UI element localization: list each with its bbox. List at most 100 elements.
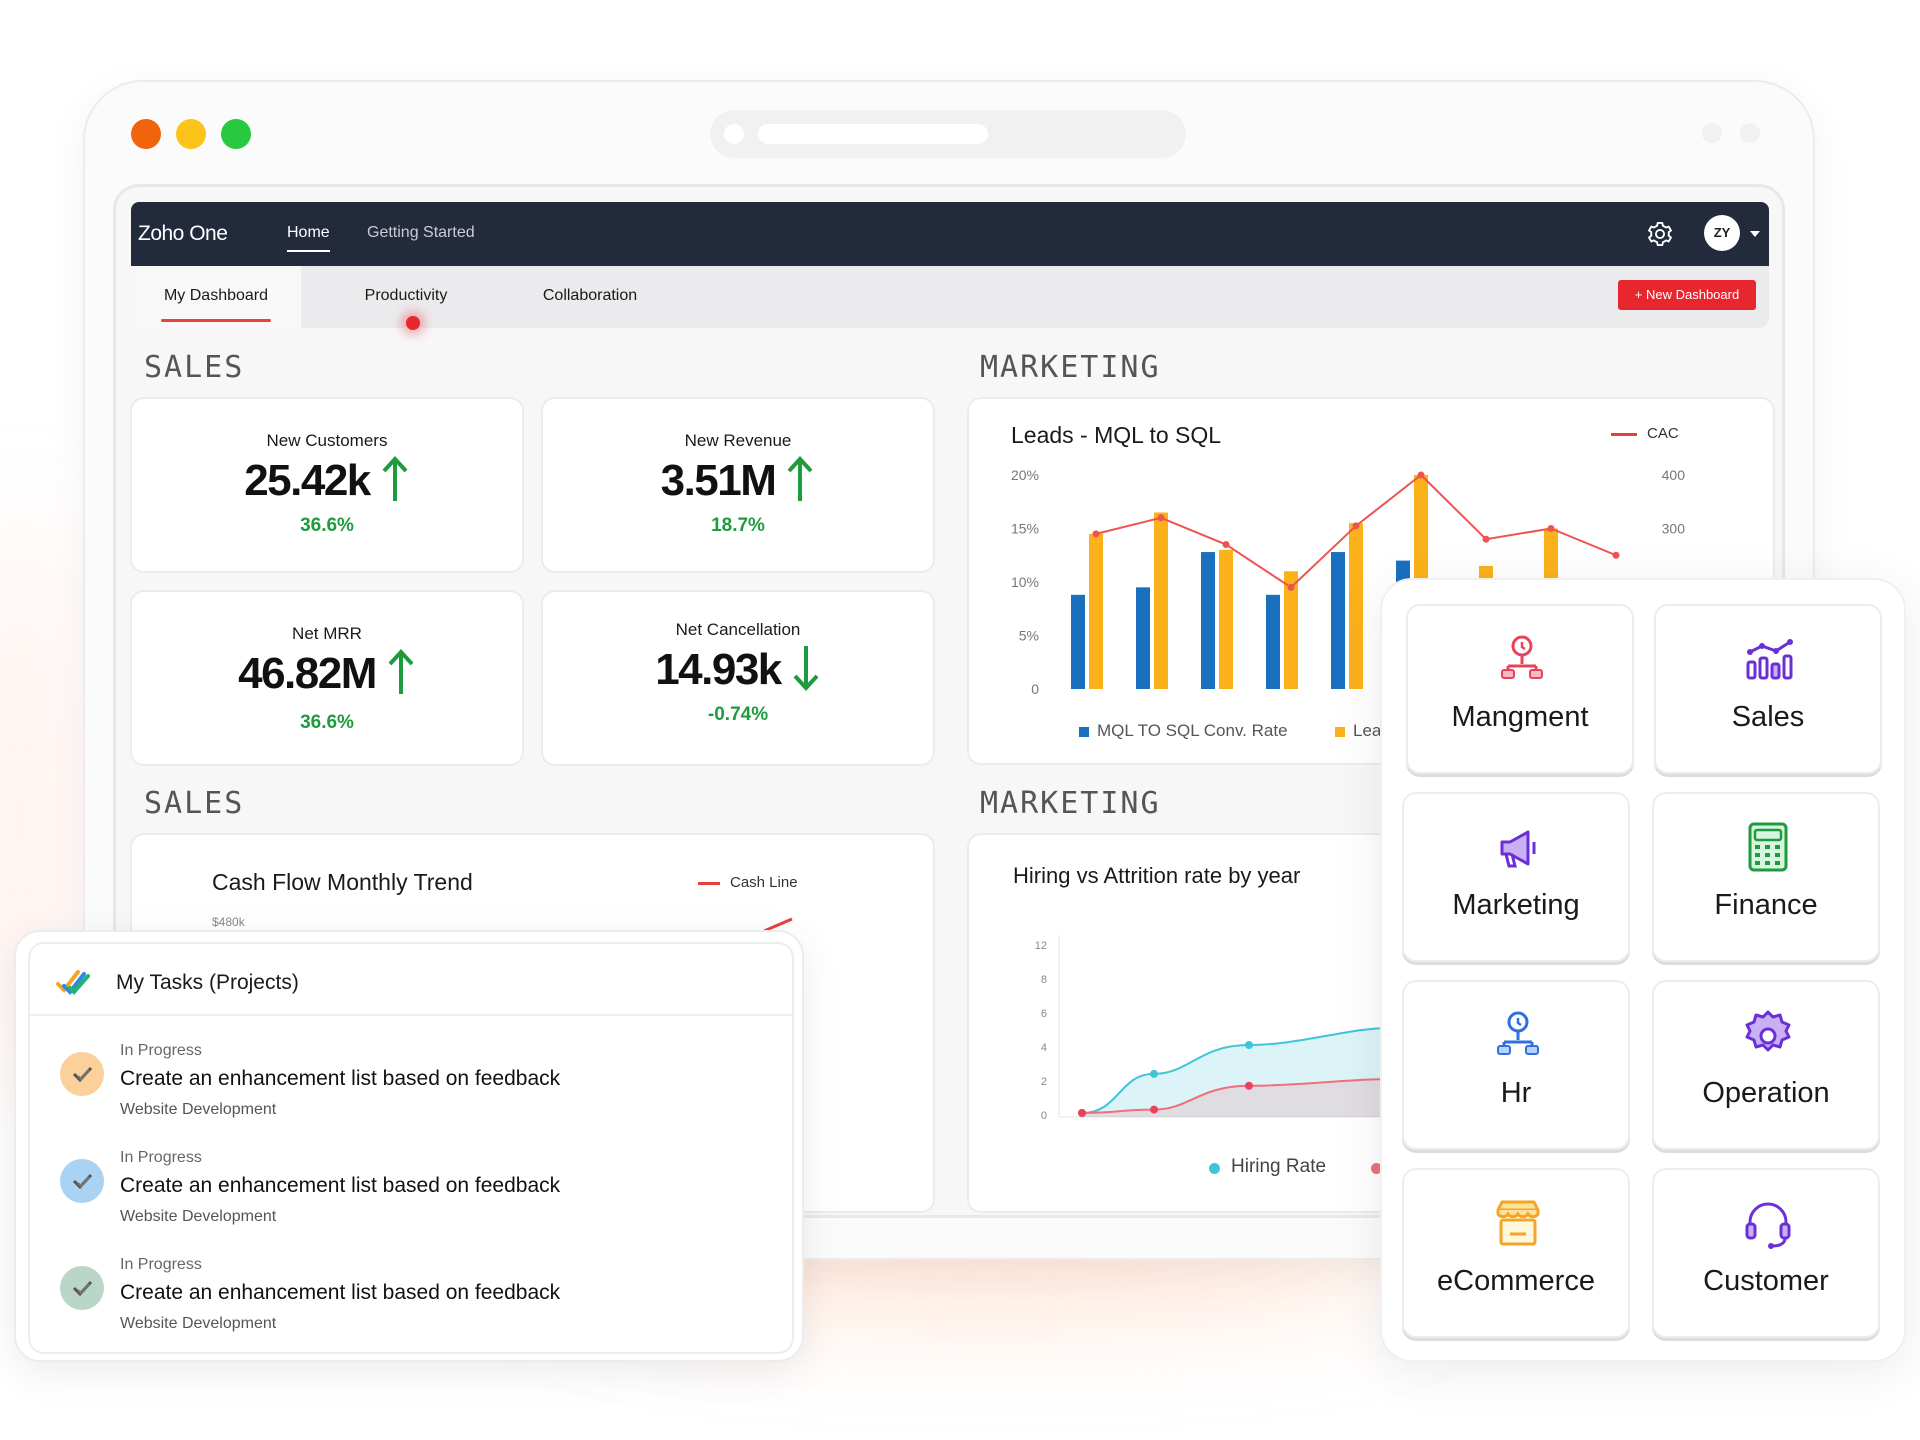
metric-number: 25.42k [244,456,371,505]
axis-tick: $480k [212,915,245,929]
metric-value: 25.42k [132,455,522,506]
arrow-up-icon [388,649,414,694]
y-tick-label-right: 300 [1662,521,1686,537]
legend-label: Hiring Rate [1231,1156,1327,1177]
cac-point [1092,530,1100,538]
metric-label: Net MRR [292,624,362,643]
hiring-point [1150,1069,1158,1078]
metric-card-new-customers[interactable]: New Customers 25.42k 36.6% [130,397,524,573]
app-tile-finance[interactable]: Finance [1652,792,1880,962]
section-title: SALES [144,350,245,385]
legend-swatch [1209,1163,1220,1174]
app-tile-customer[interactable]: Customer [1652,1168,1880,1338]
y-tick-label: 6 [1041,1008,1047,1020]
attrition-point [1150,1105,1158,1114]
bar-leads [1089,533,1103,689]
task-item[interactable]: In Progress Create an enhancement list ba… [30,1042,790,1138]
task-check-icon[interactable] [60,1052,104,1096]
metric-value: 14.93k [543,644,933,695]
app-tile-hr[interactable]: Hr [1402,980,1630,1150]
megaphone-icon [1488,818,1548,878]
avatar[interactable]: ZY [1704,215,1740,251]
nav-getting-started[interactable]: Getting Started [367,224,475,242]
minimize-window-button[interactable] [176,119,206,149]
metric-percent: -0.74% [707,704,769,725]
browser-control [1740,123,1760,143]
task-name[interactable]: Create an enhancement list based on feed… [120,1174,560,1198]
y-tick-label: 20% [1011,467,1039,483]
cac-point [1157,514,1165,522]
app-tile-ecommerce[interactable]: eCommerce [1402,1168,1630,1338]
metric-card-new-revenue[interactable]: New Revenue 3.51M 18.7% [541,397,935,573]
legend-line-swatch [698,882,720,885]
bar-mql-conv-rate [1331,552,1345,689]
management-icon [1492,630,1552,690]
app-tile-sales[interactable]: Sales [1654,604,1882,774]
task-status: In Progress [120,1149,202,1166]
attrition-point [1078,1109,1086,1117]
arrow-down-icon [793,646,819,691]
bar-mql-conv-rate [1071,594,1085,689]
stage: Zoho One Home Getting Started ZY My Dash… [0,0,1920,1440]
metric-label: Net Cancellation [675,620,801,639]
top-navbar: Zoho One Home Getting Started ZY [131,202,1769,266]
tasks-title: My Tasks (Projects) [116,971,299,994]
app-tile-marketing[interactable]: Marketing [1402,792,1630,962]
metric-label: New Customers [266,431,388,450]
close-window-button[interactable] [131,119,161,149]
task-check-icon[interactable] [60,1266,104,1310]
y-tick-label: 5% [1019,628,1039,644]
tab-my-dashboard[interactable]: My Dashboard [131,266,301,328]
metric-card-net-cancellation[interactable]: Net Cancellation 14.93k -0.74% [541,590,935,766]
task-check-icon[interactable] [60,1159,104,1203]
section-title: SALES [144,786,245,821]
y-tick-label: 2 [1041,1076,1047,1088]
app-tile-label: Operation [1702,1077,1830,1109]
metric-number: 3.51M [660,456,777,505]
app-tile-mangment[interactable]: Mangment [1406,604,1634,774]
hiring-point [1245,1041,1253,1049]
app-tile-operation[interactable]: Operation [1652,980,1880,1150]
tab-collaboration[interactable]: Collaboration [505,266,675,328]
metric-label: New Revenue [684,431,792,450]
app-tile-label: Hr [1500,1077,1532,1109]
section-title: MARKETING [980,350,1161,385]
task-name[interactable]: Create an enhancement list based on feed… [120,1281,560,1305]
brand-logo[interactable]: Zoho One [138,222,228,246]
apps-panel: Mangment Sales Marketing Finance Hr Operation… [1380,578,1906,1362]
cac-point [1287,583,1295,591]
metric-percent: 18.7% [711,515,765,536]
address-bar[interactable] [710,110,1186,158]
calculator-icon [1738,818,1798,878]
task-name[interactable]: Create an enhancement list based on feed… [120,1067,560,1091]
y-tick-label: 0 [1041,1110,1047,1122]
cac-point [1352,522,1360,530]
app-tile-label: eCommerce [1437,1265,1595,1297]
bar-mql-conv-rate [1266,594,1280,689]
chart-title: Cash Flow Monthly Trend [212,869,473,895]
gear-icon[interactable] [1646,220,1674,248]
metric-card-net-mrr[interactable]: Net MRR 46.82M 36.6% [130,590,524,766]
nav-home[interactable]: Home [287,224,330,252]
y-tick-label-right: 400 [1662,467,1686,483]
new-dashboard-button[interactable]: + New Dashboard [1618,280,1756,310]
y-tick-label: 12 [1035,940,1047,952]
task-item[interactable]: In Progress Create an enhancement list ba… [30,1256,790,1352]
maximize-window-button[interactable] [221,119,251,149]
browser-control [1702,123,1722,143]
cac-point [1417,471,1425,479]
gear-icon [1738,1006,1798,1066]
cac-point [1612,551,1620,559]
tab-label: My Dashboard [163,287,269,304]
chevron-down-icon[interactable] [1750,231,1760,237]
app-tile-label: Marketing [1452,889,1580,921]
task-item[interactable]: In Progress Create an enhancement list ba… [30,1149,790,1245]
y-tick-label: 4 [1041,1042,1047,1054]
tasks-check-icon [56,970,90,996]
active-tab-indicator [161,319,271,322]
legend-swatch [1079,727,1089,737]
arrow-up-icon [382,456,408,501]
cac-point [1482,535,1490,543]
legend-label: Cash Line [730,874,798,891]
y-tick-label: 0 [1031,681,1039,697]
